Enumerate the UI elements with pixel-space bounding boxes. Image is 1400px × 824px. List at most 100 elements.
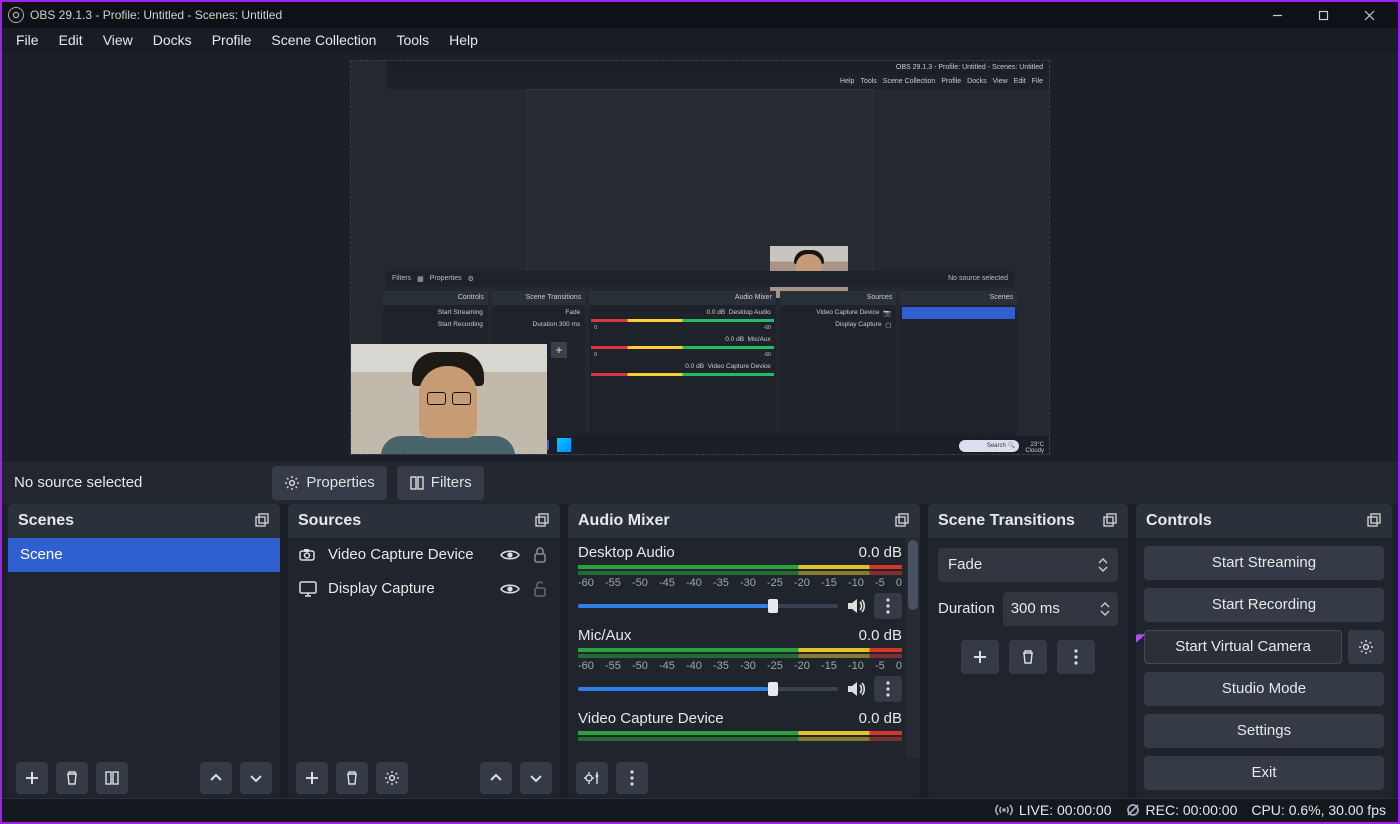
camera-icon bbox=[298, 548, 318, 562]
menu-scene-collection[interactable]: Scene Collection bbox=[261, 28, 386, 52]
scene-item[interactable]: Scene bbox=[8, 538, 280, 572]
menu-profile[interactable]: Profile bbox=[202, 28, 262, 52]
scenes-header[interactable]: Scenes bbox=[8, 504, 280, 538]
minimize-button[interactable] bbox=[1254, 2, 1300, 28]
popout-icon[interactable] bbox=[894, 513, 910, 529]
source-item-video-capture[interactable]: Video Capture Device bbox=[288, 538, 560, 572]
mixer-channel-video-capture: Video Capture Device0.0 dB bbox=[568, 704, 920, 745]
spinner-icon bbox=[1098, 558, 1108, 572]
kebab-icon bbox=[886, 598, 890, 614]
remove-source-button[interactable] bbox=[336, 762, 368, 794]
transitions-header[interactable]: Scene Transitions bbox=[928, 504, 1128, 538]
remove-transition-button[interactable] bbox=[1009, 640, 1047, 674]
audio-mixer-header[interactable]: Audio Mixer bbox=[568, 504, 920, 538]
add-scene-button[interactable] bbox=[16, 762, 48, 794]
popout-icon[interactable] bbox=[254, 513, 270, 529]
visibility-toggle[interactable] bbox=[500, 582, 520, 596]
level-meter bbox=[578, 731, 902, 735]
add-source-button[interactable] bbox=[296, 762, 328, 794]
source-toolbar: No source selected Properties Filters bbox=[2, 462, 1398, 503]
level-meter bbox=[578, 654, 902, 658]
popout-icon[interactable] bbox=[1102, 513, 1118, 529]
monitor-icon bbox=[298, 581, 318, 597]
scene-up-button[interactable] bbox=[200, 762, 232, 794]
source-up-button[interactable] bbox=[480, 762, 512, 794]
level-meter bbox=[578, 648, 902, 652]
transition-select[interactable]: Fade bbox=[938, 548, 1118, 582]
level-meter bbox=[578, 565, 902, 569]
channel-options[interactable] bbox=[874, 593, 902, 619]
mixer-menu-button[interactable] bbox=[616, 762, 648, 794]
gear-sliders-icon bbox=[583, 770, 601, 786]
lock-toggle[interactable] bbox=[530, 581, 550, 597]
menu-help[interactable]: Help bbox=[439, 28, 488, 52]
source-properties-button[interactable] bbox=[376, 762, 408, 794]
start-recording-button[interactable]: Start Recording bbox=[1144, 588, 1384, 622]
menu-file[interactable]: File bbox=[6, 28, 49, 52]
advanced-audio-button[interactable] bbox=[576, 762, 608, 794]
no-source-label: No source selected bbox=[14, 474, 142, 491]
studio-mode-button[interactable]: Studio Mode bbox=[1144, 672, 1384, 706]
docks-row: Scenes Scene Sources Video Capture Devic… bbox=[2, 504, 1398, 798]
channel-db: 0.0 dB bbox=[859, 544, 902, 561]
mixer-scrollbar[interactable] bbox=[906, 538, 920, 758]
remove-scene-button[interactable] bbox=[56, 762, 88, 794]
exit-button[interactable]: Exit bbox=[1144, 756, 1384, 790]
maximize-button[interactable] bbox=[1300, 2, 1346, 28]
virtual-camera-settings-button[interactable] bbox=[1348, 630, 1384, 664]
filters-button[interactable]: Filters bbox=[397, 466, 484, 500]
chevron-down-icon bbox=[529, 771, 543, 785]
lock-toggle[interactable] bbox=[530, 547, 550, 563]
preview-canvas[interactable]: OBS 29.1.3 - Profile: Untitled - Scenes:… bbox=[350, 60, 1050, 455]
popout-icon[interactable] bbox=[1366, 513, 1382, 529]
start-streaming-button[interactable]: Start Streaming bbox=[1144, 546, 1384, 580]
chevron-up-icon bbox=[209, 771, 223, 785]
gear-icon bbox=[384, 770, 400, 786]
channel-options[interactable] bbox=[874, 676, 902, 702]
spinner-icon bbox=[1100, 602, 1110, 616]
level-meter bbox=[578, 571, 902, 575]
preview-inner-menu: HelpToolsScene CollectionProfileDocksVie… bbox=[386, 75, 1049, 89]
channel-name: Mic/Aux bbox=[578, 627, 631, 644]
preview-webcam-source[interactable] bbox=[350, 344, 547, 455]
mute-button[interactable] bbox=[846, 679, 866, 699]
scene-down-button[interactable] bbox=[240, 762, 272, 794]
start-virtual-camera-button[interactable]: Start Virtual Camera bbox=[1144, 630, 1342, 664]
trash-icon bbox=[64, 770, 80, 786]
controls-header[interactable]: Controls bbox=[1136, 504, 1392, 538]
audio-mixer-panel: Audio Mixer Desktop Audio0.0 dB -60-55-5… bbox=[568, 504, 920, 798]
close-button[interactable] bbox=[1346, 2, 1392, 28]
transition-properties-button[interactable] bbox=[1057, 640, 1095, 674]
add-transition-button[interactable] bbox=[961, 640, 999, 674]
popout-icon[interactable] bbox=[534, 513, 550, 529]
menu-tools[interactable]: Tools bbox=[386, 28, 439, 52]
visibility-toggle[interactable] bbox=[500, 548, 520, 562]
speaker-icon bbox=[846, 597, 866, 615]
properties-button[interactable]: Properties bbox=[272, 466, 386, 500]
preview-inner-statusrow: Filters▦ Properties⚙ No source selected bbox=[386, 271, 1014, 287]
sources-header[interactable]: Sources bbox=[288, 504, 560, 538]
mixer-channel-desktop-audio: Desktop Audio0.0 dB -60-55-50-45-40-35-3… bbox=[568, 538, 920, 621]
menu-view[interactable]: View bbox=[93, 28, 143, 52]
kebab-icon bbox=[886, 681, 890, 697]
preview-nested-canvas bbox=[526, 89, 874, 284]
volume-slider[interactable] bbox=[578, 604, 838, 608]
mute-button[interactable] bbox=[846, 596, 866, 616]
preview-area[interactable]: OBS 29.1.3 - Profile: Untitled - Scenes:… bbox=[2, 52, 1398, 462]
volume-slider[interactable] bbox=[578, 687, 838, 691]
source-down-button[interactable] bbox=[520, 762, 552, 794]
menu-docks[interactable]: Docks bbox=[143, 28, 202, 52]
window-title: OBS 29.1.3 - Profile: Untitled - Scenes:… bbox=[30, 8, 282, 22]
duration-input[interactable]: 300 ms bbox=[1003, 592, 1118, 626]
preview-search: Search 🔍 bbox=[959, 440, 1019, 452]
speaker-icon bbox=[846, 680, 866, 698]
menu-edit[interactable]: Edit bbox=[49, 28, 93, 52]
chevron-up-icon bbox=[489, 771, 503, 785]
obs-logo-icon bbox=[8, 7, 24, 23]
source-item-display-capture[interactable]: Display Capture bbox=[288, 572, 560, 606]
channel-db: 0.0 dB bbox=[859, 627, 902, 644]
level-meter bbox=[578, 737, 902, 741]
scene-filters-button[interactable] bbox=[96, 762, 128, 794]
stream-status: LIVE: 00:00:00 bbox=[995, 802, 1112, 818]
settings-button[interactable]: Settings bbox=[1144, 714, 1384, 748]
